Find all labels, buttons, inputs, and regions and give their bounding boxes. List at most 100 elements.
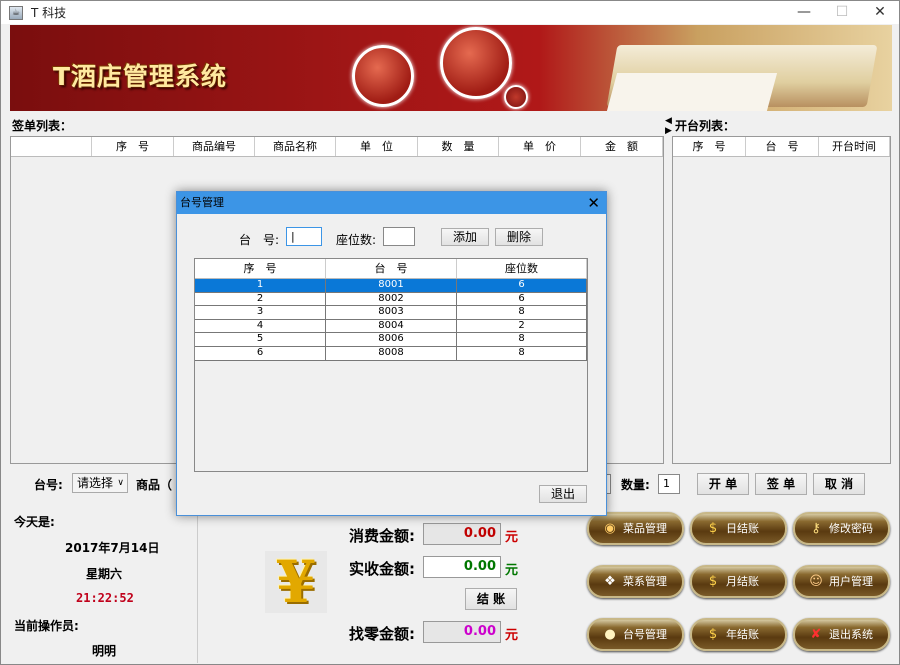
delete-button[interactable]: 删除 bbox=[495, 228, 543, 246]
order-list-label: 签单列表： bbox=[12, 119, 73, 133]
table-cell: 8002 bbox=[326, 292, 457, 306]
col-header-open-time[interactable]: 开台时间 bbox=[819, 137, 890, 156]
order-list-header: 序 号 商品编号 商品名称 单 位 数 量 单 价 金 额 bbox=[11, 137, 663, 157]
seats-label: 座位数: bbox=[336, 233, 377, 247]
col-header-unit[interactable]: 单 位 bbox=[336, 137, 418, 156]
qty-input[interactable]: 1 bbox=[658, 474, 680, 494]
daily-ledger-button[interactable]: $ 日结账 bbox=[690, 512, 787, 545]
small-bubble-icon bbox=[504, 85, 528, 109]
exit-button[interactable]: ✘ 退出系统 bbox=[793, 618, 890, 651]
col-header-seq[interactable]: 序 号 bbox=[673, 137, 746, 156]
table-list-grid[interactable]: 序 号 台 号 座位数 1 8001 6 2 8002 6 3 8003 8 4 8004 2 5 800… bbox=[194, 258, 588, 472]
received-amount-field[interactable]: 0.00 bbox=[423, 556, 501, 578]
table-no-input[interactable]: | bbox=[286, 227, 322, 246]
col-header-qty[interactable]: 数 量 bbox=[418, 137, 499, 156]
table-row[interactable]: 6 8008 8 bbox=[195, 346, 587, 361]
operator-label: 当前操作员: bbox=[14, 619, 79, 633]
table-cell: 8001 bbox=[326, 279, 457, 292]
received-label: 实收金额: bbox=[349, 560, 415, 578]
table-cell: 6 bbox=[457, 279, 587, 292]
banner: T酒店管理系统 bbox=[10, 25, 892, 111]
dish-button[interactable]: ◉ 菜品管理 bbox=[587, 512, 684, 545]
table-list-table[interactable]: 序 号 台 号 开台时间 bbox=[672, 136, 891, 464]
split-arrow-icon[interactable]: ◀ ▶ bbox=[665, 116, 672, 136]
col-header-goods-name[interactable]: 商品名称 bbox=[255, 137, 336, 156]
table-row[interactable]: 5 8006 8 bbox=[195, 333, 587, 347]
table-row[interactable]: 4 8004 2 bbox=[195, 319, 587, 334]
change-amount-field: 0.00 bbox=[423, 621, 501, 643]
col-header bbox=[11, 137, 92, 156]
monthly-ledger-icon: $ bbox=[708, 574, 718, 589]
table-label: 台号: bbox=[34, 478, 63, 492]
table-list-header: 序 号 台 号 开台时间 bbox=[673, 137, 890, 157]
cancel-order-button[interactable]: 取 消 bbox=[813, 473, 865, 495]
col-header-seq[interactable]: 序 号 bbox=[92, 137, 174, 156]
yearly-ledger-icon: $ bbox=[708, 627, 718, 642]
col-header-seq[interactable]: 序 号 bbox=[195, 259, 326, 278]
info-panel: 今天是: 2017年7月14日 星期六 21:22:52 当前操作员: 明明 bbox=[10, 501, 198, 663]
banner-title: T酒店管理系统 bbox=[53, 62, 228, 91]
consume-label: 消费金额: bbox=[349, 527, 415, 545]
col-header-seats[interactable]: 座位数 bbox=[457, 259, 587, 278]
table-cell: 8 bbox=[457, 306, 587, 319]
table-row[interactable]: 2 8002 6 bbox=[195, 292, 587, 307]
table-cell: 8004 bbox=[326, 319, 457, 333]
change-unit: 元 bbox=[505, 628, 519, 643]
money-panel: ¥ 消费金额: 0.00 元 实收金额: 0.00 元 结 账 找零金额: 0.… bbox=[199, 501, 584, 663]
table-cell: 2 bbox=[195, 292, 326, 306]
table-select-value: 请选择 bbox=[77, 476, 114, 490]
key-button[interactable]: ⚷ 修改密码 bbox=[793, 512, 890, 545]
dialog-table-header: 序 号 台 号 座位数 bbox=[195, 259, 587, 279]
function-button-label: 修改密码 bbox=[829, 522, 873, 535]
date-text: 2017年7月14日 bbox=[65, 541, 160, 555]
close-window-button[interactable]: ✕ bbox=[861, 1, 899, 24]
open-order-button[interactable]: 开 单 bbox=[697, 473, 749, 495]
operator-name: 明明 bbox=[92, 644, 117, 658]
consume-unit: 元 bbox=[505, 530, 519, 545]
checkout-button[interactable]: 结 账 bbox=[465, 588, 517, 610]
table-cell: 2 bbox=[457, 319, 587, 333]
coffee-app-icon: ☕ bbox=[9, 5, 23, 20]
col-header-amount[interactable]: 金 额 bbox=[581, 137, 663, 156]
col-header-goods-id[interactable]: 商品编号 bbox=[174, 137, 255, 156]
users-button[interactable]: ☺ 用户管理 bbox=[793, 565, 890, 598]
col-header-table-no[interactable]: 台 号 bbox=[746, 137, 819, 156]
dialog-table-body: 1 8001 6 2 8002 6 3 8003 8 4 8004 2 5 8006 8 6 8008 8 bbox=[195, 279, 587, 361]
table-management-dialog: 台号管理 ✕ 台 号: | 座位数: 添加 删除 序 号 台 号 座位数 1 80… bbox=[176, 191, 607, 516]
weekday-text: 星期六 bbox=[86, 567, 123, 581]
function-button-label: 退出系统 bbox=[829, 628, 873, 641]
table-row[interactable]: 1 8001 6 bbox=[195, 279, 587, 293]
table-list-label: 开台列表： bbox=[675, 119, 736, 133]
seats-input[interactable] bbox=[383, 227, 415, 246]
col-header-table-no[interactable]: 台 号 bbox=[326, 259, 457, 278]
dialog-close-icon[interactable]: ✕ bbox=[587, 192, 600, 214]
window-title: T 科技 bbox=[31, 6, 67, 20]
table-cell: 1 bbox=[195, 279, 326, 292]
table-row[interactable]: 3 8003 8 bbox=[195, 306, 587, 320]
add-button[interactable]: 添加 bbox=[441, 228, 489, 246]
today-label: 今天是: bbox=[14, 515, 55, 529]
goods-label: 商品（ bbox=[136, 478, 173, 492]
hotel-bed-pillow-image bbox=[606, 73, 778, 111]
table-cell: 8008 bbox=[326, 346, 457, 360]
function-button-label: 日结账 bbox=[726, 522, 759, 535]
yearly-ledger-button[interactable]: $ 年结账 bbox=[690, 618, 787, 651]
change-label: 找零金额: bbox=[349, 625, 415, 643]
title-bar: ☕ T 科技 — ☐ ✕ bbox=[1, 1, 899, 24]
maximize-button[interactable]: ☐ bbox=[823, 1, 861, 24]
table-cell: 6 bbox=[457, 292, 587, 306]
exit-icon: ✘ bbox=[810, 627, 822, 642]
cuisine-button[interactable]: ❖ 菜系管理 bbox=[587, 565, 684, 598]
function-button-label: 菜品管理 bbox=[623, 522, 667, 535]
monthly-ledger-button[interactable]: $ 月结账 bbox=[690, 565, 787, 598]
clock-text: 21:22:52 bbox=[76, 591, 134, 605]
minimize-button[interactable]: — bbox=[785, 1, 823, 24]
table-cell: 8003 bbox=[326, 306, 457, 319]
exit-dialog-button[interactable]: 退出 bbox=[539, 485, 587, 503]
col-header-price[interactable]: 单 价 bbox=[499, 137, 581, 156]
table-pin-button[interactable]: ● 台号管理 bbox=[587, 618, 684, 651]
function-button-label: 菜系管理 bbox=[623, 575, 667, 588]
table-cell: 8006 bbox=[326, 333, 457, 346]
sign-order-button[interactable]: 签 单 bbox=[755, 473, 807, 495]
table-select[interactable]: 请选择 ∨ bbox=[72, 473, 128, 493]
